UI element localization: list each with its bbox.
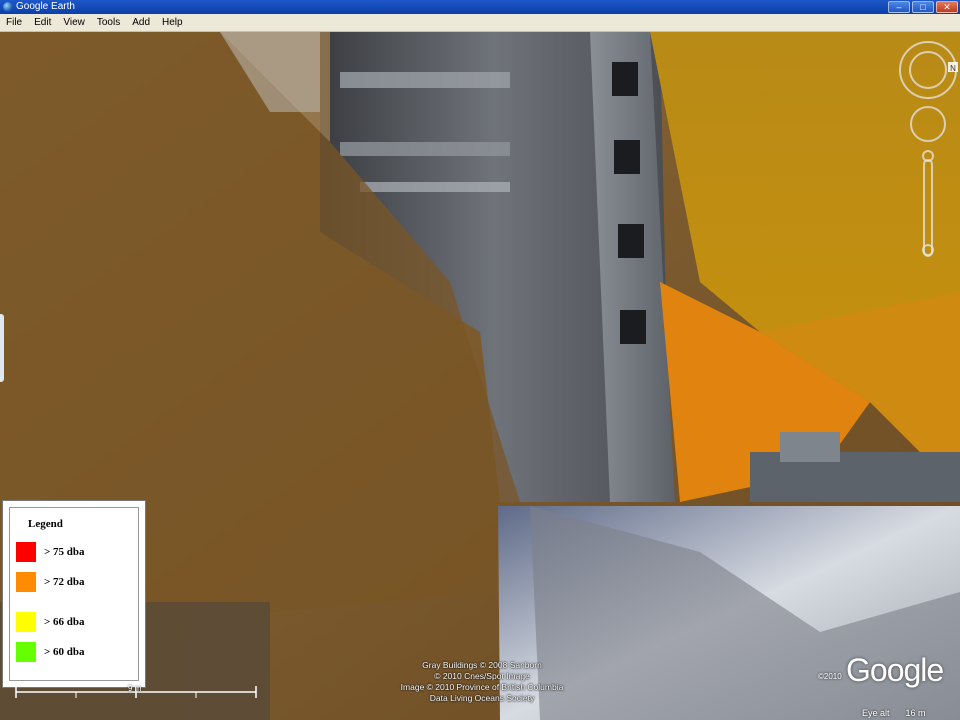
legend-label: > 75 dba <box>44 546 85 558</box>
legend-label: > 72 dba <box>44 576 85 588</box>
close-button[interactable]: ✕ <box>936 1 958 13</box>
legend-label: > 60 dba <box>44 646 85 658</box>
window-title: Google Earth <box>16 1 75 12</box>
legend-item: > 66 dba <box>16 612 85 632</box>
legend-panel: Legend > 75 dba > 72 dba > 66 dba > 60 d… <box>2 500 146 688</box>
window-controls: – □ ✕ <box>888 1 958 13</box>
menu-add[interactable]: Add <box>126 14 156 31</box>
google-logo: Google <box>846 652 944 688</box>
brand-year: ©2010 <box>818 672 842 681</box>
menu-edit[interactable]: Edit <box>28 14 57 31</box>
legend-label: > 66 dba <box>44 616 85 628</box>
legend-item: > 60 dba <box>16 642 85 662</box>
scale-bar: 9 m <box>14 684 258 704</box>
attribution-line: Gray Buildings © 2008 Sanborn <box>422 660 542 670</box>
legend-frame: Legend > 75 dba > 72 dba > 66 dba > 60 d… <box>9 507 139 681</box>
sidebar-toggle[interactable] <box>0 314 4 382</box>
status-bar: Eye alt 16 m <box>862 708 926 718</box>
legend-swatch <box>16 612 36 632</box>
eye-alt-label: Eye alt <box>862 708 890 718</box>
maximize-button[interactable]: □ <box>912 1 934 13</box>
legend-item: > 72 dba <box>16 572 85 592</box>
menu-tools[interactable]: Tools <box>91 14 126 31</box>
minimize-button[interactable]: – <box>888 1 910 13</box>
scale-label: 9 m <box>128 684 142 693</box>
attribution-line: © 2010 Cnes/Spot Image <box>434 671 530 681</box>
attribution-line: Data Living Oceans Society <box>429 693 535 703</box>
eye-alt-value: 16 m <box>905 708 926 718</box>
menu-view[interactable]: View <box>57 14 91 31</box>
legend-swatch <box>16 642 36 662</box>
legend-item: > 75 dba <box>16 542 85 562</box>
legend-title: Legend <box>28 518 63 530</box>
map-viewport[interactable]: N Legend > 75 dba > 72 dba > 66 dba > 60… <box>0 32 960 720</box>
menu-bar: File Edit View Tools Add Help <box>0 14 960 32</box>
imagery-attribution: Gray Buildings © 2008 Sanborn © 2010 Cne… <box>382 660 582 704</box>
title-bar: Google Earth – □ ✕ <box>0 0 960 14</box>
attribution-line: Image © 2010 Province of British Columbi… <box>400 682 564 692</box>
legend-swatch <box>16 572 36 592</box>
legend-swatch <box>16 542 36 562</box>
menu-file[interactable]: File <box>0 14 28 31</box>
menu-help[interactable]: Help <box>156 14 189 31</box>
globe-icon <box>3 2 13 12</box>
